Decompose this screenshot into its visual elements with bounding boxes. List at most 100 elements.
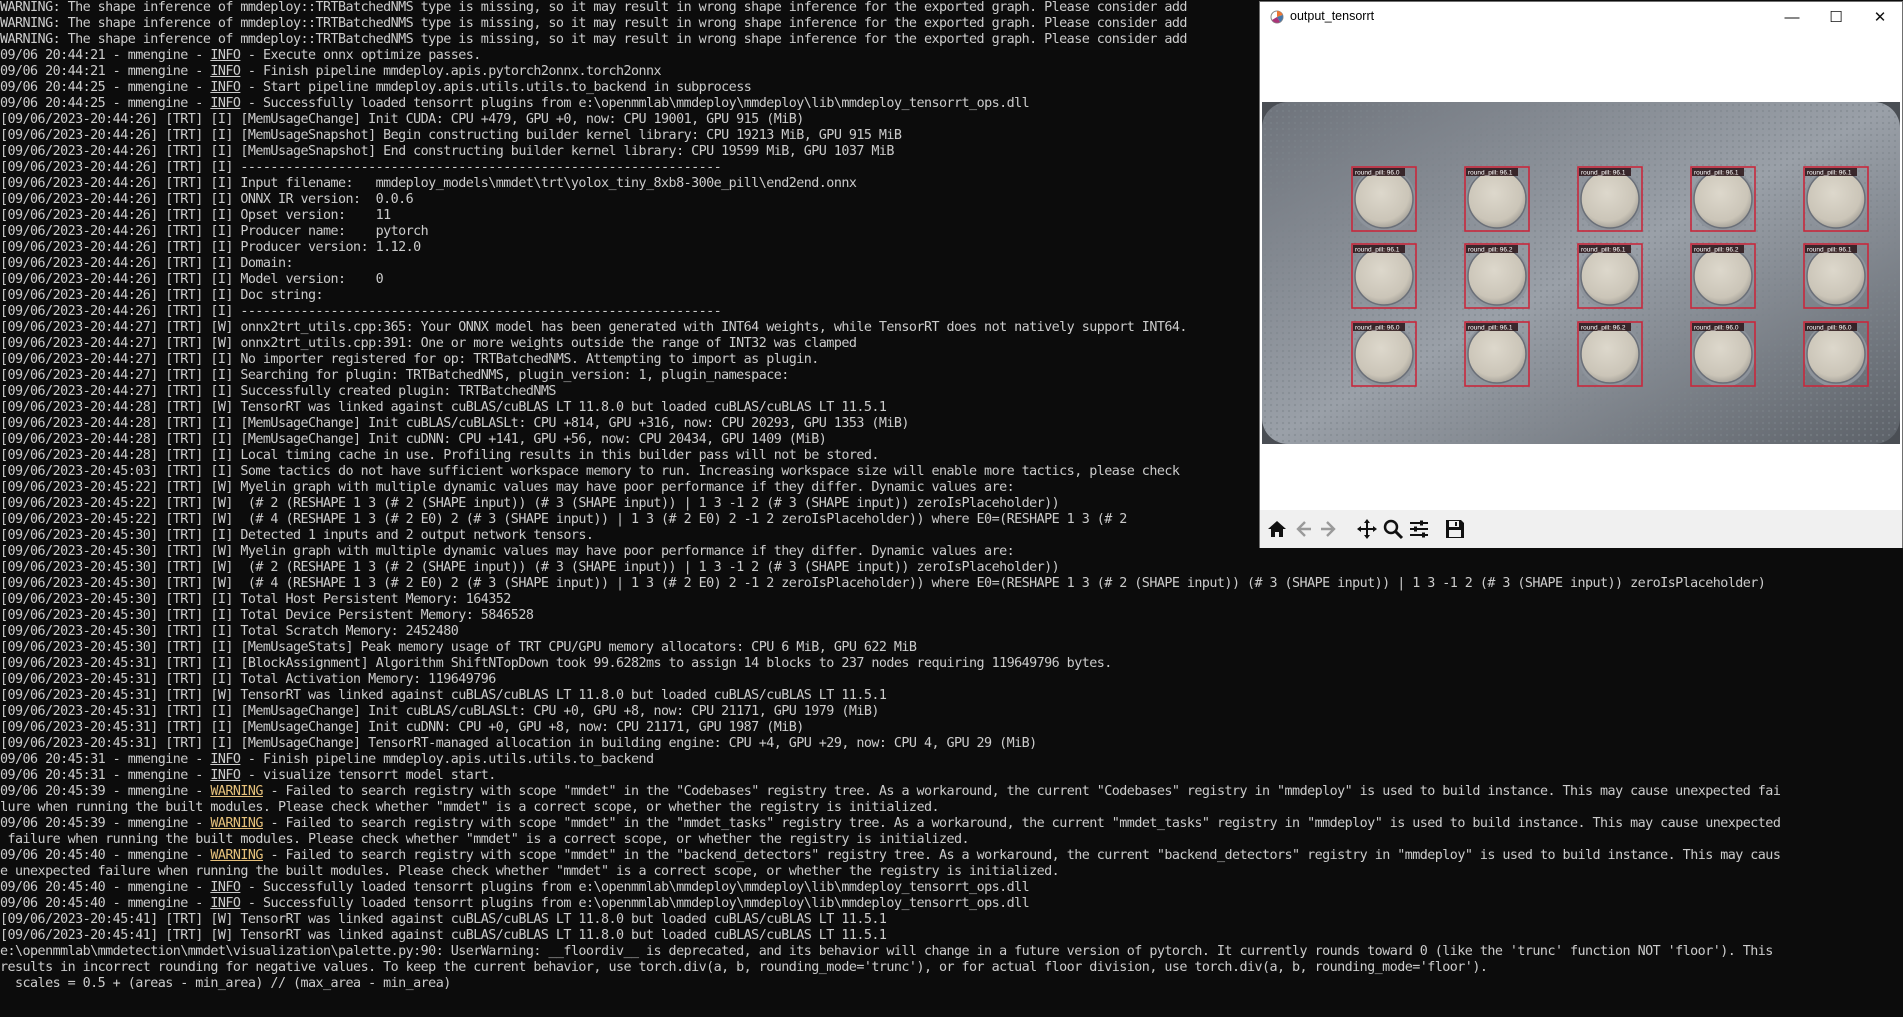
console-line: [09/06/2023-20:45:31] [TRT] [I] [MemUsag… — [0, 736, 1903, 752]
back-button[interactable] — [1290, 516, 1316, 542]
log-level-warning: WARNING — [210, 848, 263, 863]
console-text: - Failed to search registry with scope "… — [262, 784, 1781, 799]
console-line: lure when running the built modules. Ple… — [0, 800, 1903, 816]
detection-image[interactable]: round_pill: 96.0 round_pill: 96.1 round_pi… — [1262, 102, 1900, 444]
console-line: [09/06/2023-20:45:30] [TRT] [W] (# 2 (RE… — [0, 560, 1903, 576]
pill — [1806, 246, 1866, 306]
pan-move-icon — [1357, 519, 1377, 539]
console-text: [09/06/2023-20:45:30] [TRT] [I] Detected… — [0, 528, 594, 543]
console-text: [09/06/2023-20:45:31] [TRT] [I] [BlockAs… — [0, 656, 1112, 671]
console-text: scales = 0.5 + (areas - min_area) // (ma… — [0, 976, 451, 991]
console-text: [09/06/2023-20:45:31] [TRT] [I] Total Ac… — [0, 672, 496, 687]
console-text: [09/06/2023-20:44:27] [TRT] [I] Searchin… — [0, 368, 789, 383]
pan-button[interactable] — [1354, 516, 1380, 542]
log-level-info: INFO — [210, 880, 241, 895]
console-line: [09/06/2023-20:45:31] [TRT] [I] [MemUsag… — [0, 720, 1903, 736]
configure-subplots-button[interactable] — [1406, 516, 1432, 542]
console-text: [09/06/2023-20:45:03] [TRT] [I] Some tac… — [0, 464, 1180, 479]
forward-arrow-icon — [1321, 521, 1336, 537]
console-text: [09/06/2023-20:44:26] [TRT] [I] Domain: — [0, 256, 294, 271]
console-text: [09/06/2023-20:44:26] [TRT] [I] [MemUsag… — [0, 128, 902, 143]
close-button[interactable]: ✕ — [1858, 2, 1902, 32]
console-line: [09/06/2023-20:45:30] [TRT] [W] (# 4 (RE… — [0, 576, 1903, 592]
log-level-info: INFO — [210, 48, 241, 63]
home-icon — [1268, 521, 1286, 537]
console-text: [09/06/2023-20:45:30] [TRT] [I] Total Ho… — [0, 592, 511, 607]
console-text: 09/06 20:45:40 - mmengine - — [0, 880, 211, 895]
detection-label: round_pill: 96.2 — [1468, 247, 1513, 254]
console-text: [09/06/2023-20:45:30] [TRT] [I] [MemUsag… — [0, 640, 917, 655]
console-text: 09/06 20:44:25 - mmengine - — [0, 96, 211, 111]
console-text: [09/06/2023-20:44:27] [TRT] [W] onnx2trt… — [0, 336, 857, 351]
console-text: [09/06/2023-20:44:26] [TRT] [I] Opset ve… — [0, 208, 391, 223]
console-text: [09/06/2023-20:44:28] [TRT] [I] Local ti… — [0, 448, 879, 463]
console-text: [09/06/2023-20:45:30] [TRT] [I] Total De… — [0, 608, 534, 623]
console-line: 09/06 20:45:40 - mmengine - INFO - Succe… — [0, 880, 1903, 896]
pill — [1806, 324, 1866, 384]
console-text: [09/06/2023-20:45:30] [TRT] [W] (# 2 (RE… — [0, 560, 1060, 575]
detection-label: round_pill: 96.0 — [1694, 325, 1739, 332]
console-line: [09/06/2023-20:45:30] [TRT] [I] Total Ho… — [0, 592, 1903, 608]
console-text: - Successfully loaded tensorrt plugins f… — [240, 880, 1030, 895]
console-text: [09/06/2023-20:45:31] [TRT] [I] [MemUsag… — [0, 736, 1037, 751]
console-line: [09/06/2023-20:45:30] [TRT] [I] [MemUsag… — [0, 640, 1903, 656]
console-text: [09/06/2023-20:45:30] [TRT] [W] (# 4 (RE… — [0, 576, 1766, 591]
pill — [1467, 246, 1527, 306]
console-text: 09/06 20:45:40 - mmengine - — [0, 896, 211, 911]
console-text: [09/06/2023-20:45:31] [TRT] [W] TensorRT… — [0, 688, 887, 703]
console-text: [09/06/2023-20:44:28] [TRT] [I] [MemUsag… — [0, 432, 827, 447]
matplotlib-window[interactable]: output_tensorrt — ☐ ✕ round_pill: 96.0 r… — [1259, 1, 1903, 548]
zoom-button[interactable] — [1380, 516, 1406, 542]
console-text: WARNING: The shape inference of mmdeploy… — [0, 32, 1187, 47]
pill — [1354, 169, 1414, 229]
console-text: [09/06/2023-20:44:26] [TRT] [I] --------… — [0, 304, 722, 319]
window-title: output_tensorrt — [1290, 9, 1375, 23]
console-text: 09/06 20:44:21 - mmengine - — [0, 64, 211, 79]
console-text: [09/06/2023-20:45:30] [TRT] [I] Total Sc… — [0, 624, 459, 639]
console-line: 09/06 20:45:31 - mmengine - INFO - Finis… — [0, 752, 1903, 768]
detection-label: round_pill: 96.2 — [1694, 247, 1739, 254]
console-line: [09/06/2023-20:45:31] [TRT] [I] [BlockAs… — [0, 656, 1903, 672]
detection-label: round_pill: 96.0 — [1355, 325, 1400, 332]
console-line: 09/06 20:45:39 - mmengine - WARNING - Fa… — [0, 816, 1903, 832]
console-text: e:\openmmlab\mmdetection\mmdet\visualiza… — [0, 944, 1773, 959]
home-button[interactable] — [1264, 516, 1290, 542]
save-floppy-icon — [1446, 520, 1464, 538]
console-text: 09/06 20:45:40 - mmengine - — [0, 848, 211, 863]
zoom-magnifier-icon — [1383, 519, 1404, 540]
console-text: [09/06/2023-20:44:26] [TRT] [I] Producer… — [0, 240, 421, 255]
detection-label: round_pill: 96.1 — [1468, 170, 1513, 177]
save-button[interactable] — [1442, 516, 1468, 542]
console-text: 09/06 20:45:31 - mmengine - — [0, 768, 211, 783]
log-level-info: INFO — [210, 752, 241, 767]
pill — [1354, 324, 1414, 384]
console-line: [09/06/2023-20:45:31] [TRT] [W] TensorRT… — [0, 688, 1903, 704]
console-line: 09/06 20:45:39 - mmengine - WARNING - Fa… — [0, 784, 1903, 800]
log-level-warning: WARNING — [210, 816, 263, 831]
figure-canvas[interactable]: round_pill: 96.0 round_pill: 96.1 round_pi… — [1260, 32, 1902, 504]
detection-label: round_pill: 96.2 — [1581, 325, 1626, 332]
log-level-info: INFO — [210, 64, 241, 79]
detection-label: round_pill: 96.1 — [1807, 247, 1852, 254]
detection-label: round_pill: 96.1 — [1468, 325, 1513, 332]
console-text: 09/06 20:44:21 - mmengine - — [0, 48, 211, 63]
console-line: 09/06 20:45:40 - mmengine - WARNING - Fa… — [0, 848, 1903, 864]
forward-button[interactable] — [1316, 516, 1342, 542]
console-text: [09/06/2023-20:44:26] [TRT] [I] Doc stri… — [0, 288, 324, 303]
console-text: WARNING: The shape inference of mmdeploy… — [0, 16, 1187, 31]
pill — [1467, 324, 1527, 384]
console-text: - Successfully loaded tensorrt plugins f… — [240, 96, 1030, 111]
console-text: [09/06/2023-20:45:30] [TRT] [W] Myelin g… — [0, 544, 1015, 559]
back-arrow-icon — [1296, 521, 1311, 537]
detection-label: round_pill: 96.1 — [1694, 170, 1739, 177]
maximize-button[interactable]: ☐ — [1814, 2, 1858, 32]
console-line: 09/06 20:45:40 - mmengine - INFO - Succe… — [0, 896, 1903, 912]
console-text: e unexpected failure when running the bu… — [0, 864, 1060, 879]
console-text: [09/06/2023-20:44:27] [TRT] [I] Successf… — [0, 384, 556, 399]
pill — [1580, 169, 1640, 229]
window-titlebar[interactable]: output_tensorrt — ☐ ✕ — [1260, 2, 1902, 32]
console-line: e:\openmmlab\mmdetection\mmdet\visualiza… — [0, 944, 1903, 960]
console-text: - Failed to search registry with scope "… — [262, 816, 1781, 831]
console-text: failure when running the built modules. … — [0, 832, 970, 847]
minimize-button[interactable]: — — [1770, 2, 1814, 32]
